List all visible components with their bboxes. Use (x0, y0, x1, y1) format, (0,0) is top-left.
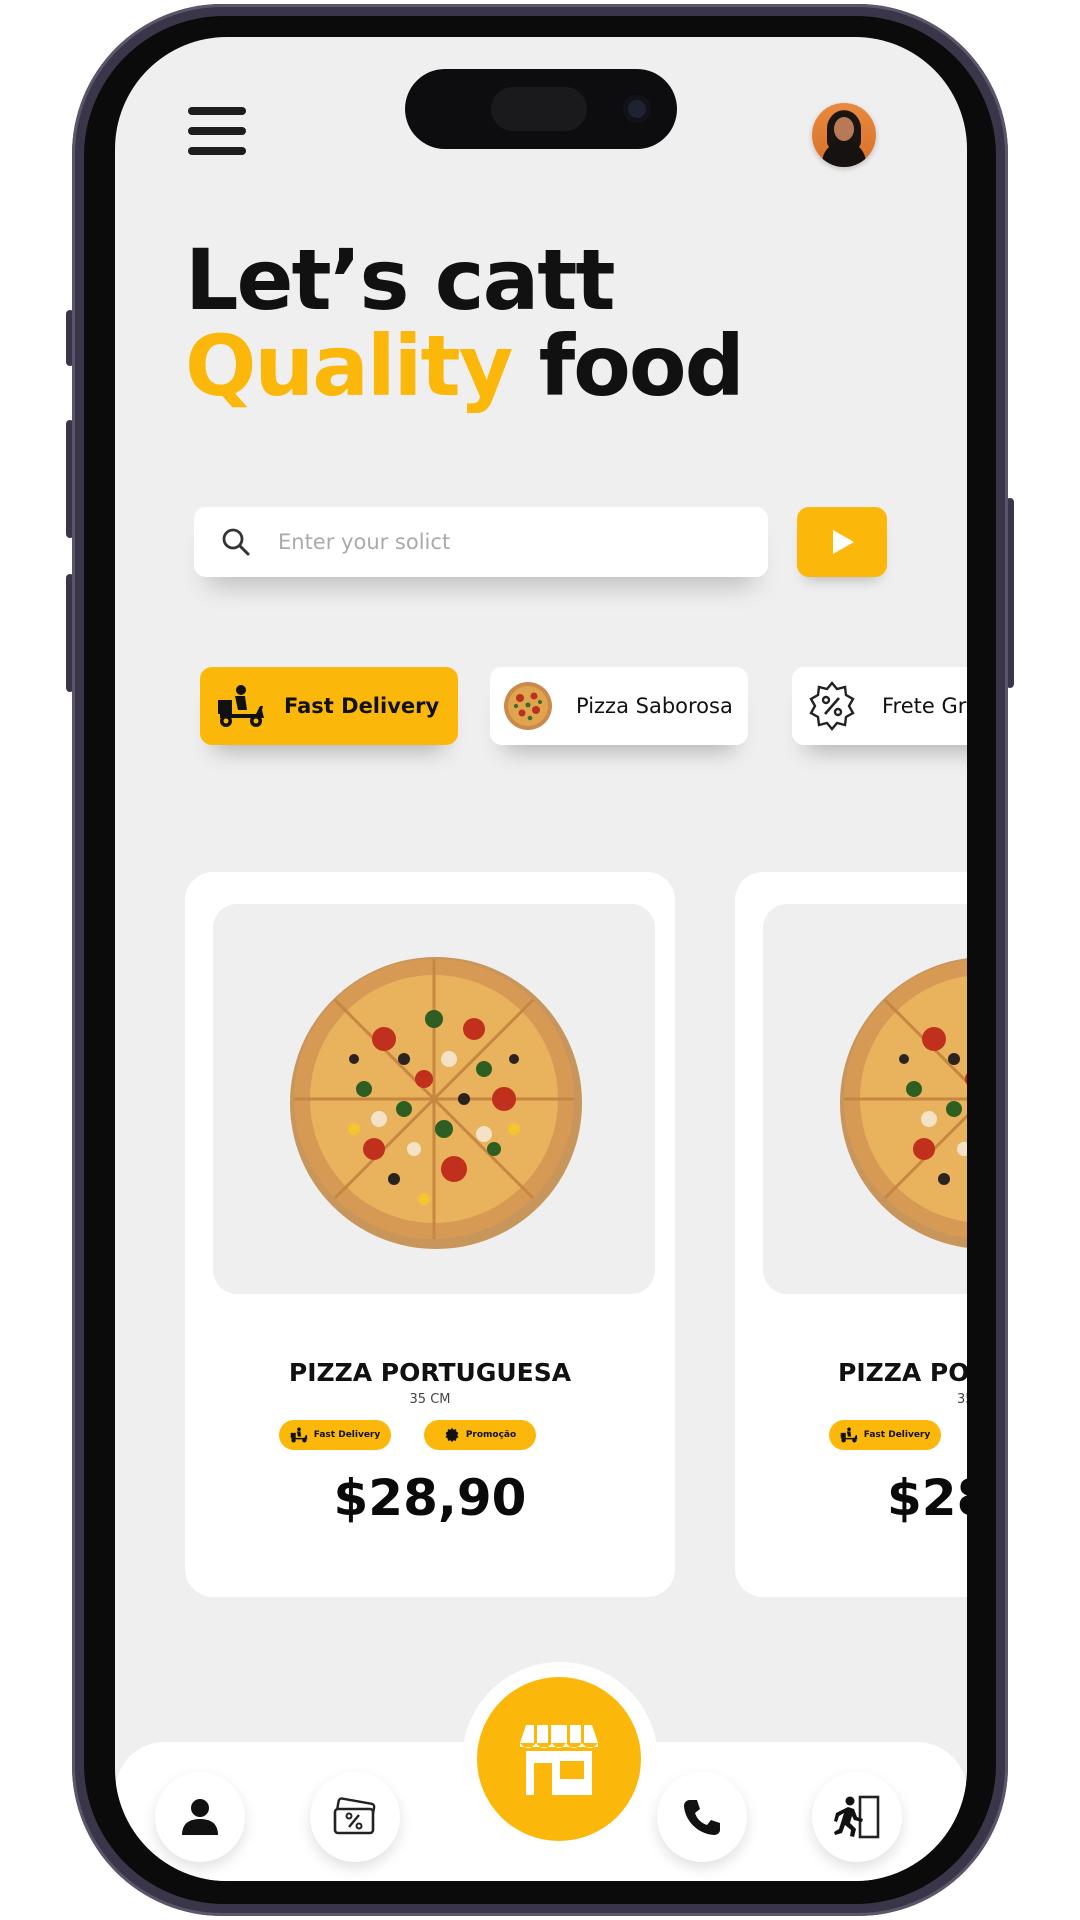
tag-label: Promoção (465, 1430, 517, 1440)
category-chips: Fast Delivery Pizza Saborosa Frete Grá (200, 667, 967, 747)
product-card[interactable]: PIZZA PORTUGUESA 35 CM Fast Delivery Pro… (185, 872, 675, 1597)
hamburger-menu-icon[interactable] (188, 107, 246, 157)
user-icon (182, 1799, 218, 1835)
play-icon (833, 530, 854, 554)
headline-line-2: Quality food (185, 323, 745, 409)
product-image-box (213, 904, 655, 1294)
delivery-scooter-icon (218, 685, 264, 727)
tag-fast-delivery: Fast Delivery (279, 1420, 391, 1450)
tag-promocao: Promoção (424, 1420, 536, 1450)
chip-frete-gratis[interactable]: Frete Grá (792, 667, 967, 745)
discount-ticket-icon (333, 1797, 376, 1835)
store-icon (520, 1725, 598, 1795)
pizza-image (840, 958, 967, 1248)
headline-line-1: Let’s catt (185, 231, 616, 329)
nav-logout-button[interactable] (812, 1772, 902, 1862)
search-icon (220, 526, 252, 558)
nav-profile-button[interactable] (155, 1772, 245, 1862)
nav-store-button[interactable] (477, 1677, 641, 1841)
delivery-scooter-icon (290, 1427, 308, 1443)
nav-call-button[interactable] (657, 1772, 747, 1862)
chip-pizza-saborosa[interactable]: Pizza Saborosa (490, 667, 748, 745)
chip-label: Pizza Saborosa (576, 694, 733, 718)
island-sensor (491, 87, 587, 131)
front-camera-icon (623, 95, 651, 123)
dynamic-island (405, 69, 677, 149)
delivery-scooter-icon (840, 1427, 858, 1443)
product-price: $28,90 (333, 1469, 527, 1527)
product-size: 35 CM (409, 1392, 451, 1407)
product-card[interactable]: PIZZA PO 35 Fast Delivery $28 (735, 872, 967, 1597)
tag-label: Fast Delivery (313, 1430, 381, 1440)
pizza-image (290, 957, 582, 1249)
chip-label: Fast Delivery (284, 694, 440, 718)
product-image-box (763, 904, 967, 1294)
search-input[interactable] (276, 529, 740, 555)
phone-icon (684, 1800, 720, 1835)
product-price: $28 (887, 1469, 967, 1527)
nav-discounts-button[interactable] (310, 1772, 400, 1862)
percent-tag-icon (445, 1427, 459, 1443)
product-size: 35 (957, 1392, 967, 1407)
search-submit-button[interactable] (797, 507, 887, 577)
search-bar (194, 507, 768, 577)
product-name: PIZZA PO (838, 1358, 967, 1387)
chip-label: Frete Grá (882, 694, 967, 718)
app-screen: Let’s catt Quality food Fast Delivery (115, 37, 967, 1881)
chip-fast-delivery[interactable]: Fast Delivery (200, 667, 458, 745)
headline-rest-word: food (538, 317, 745, 415)
pizza-icon (504, 682, 552, 730)
headline-accent-word: Quality (185, 317, 513, 415)
tag-label: Fast Delivery (863, 1430, 931, 1440)
product-name: PIZZA PORTUGUESA (288, 1358, 572, 1387)
exit-icon (834, 1795, 880, 1839)
user-avatar[interactable] (812, 103, 876, 167)
tag-fast-delivery: Fast Delivery (829, 1420, 941, 1450)
page-headline: Let’s catt Quality food (185, 231, 745, 409)
percent-badge-icon (809, 681, 855, 731)
